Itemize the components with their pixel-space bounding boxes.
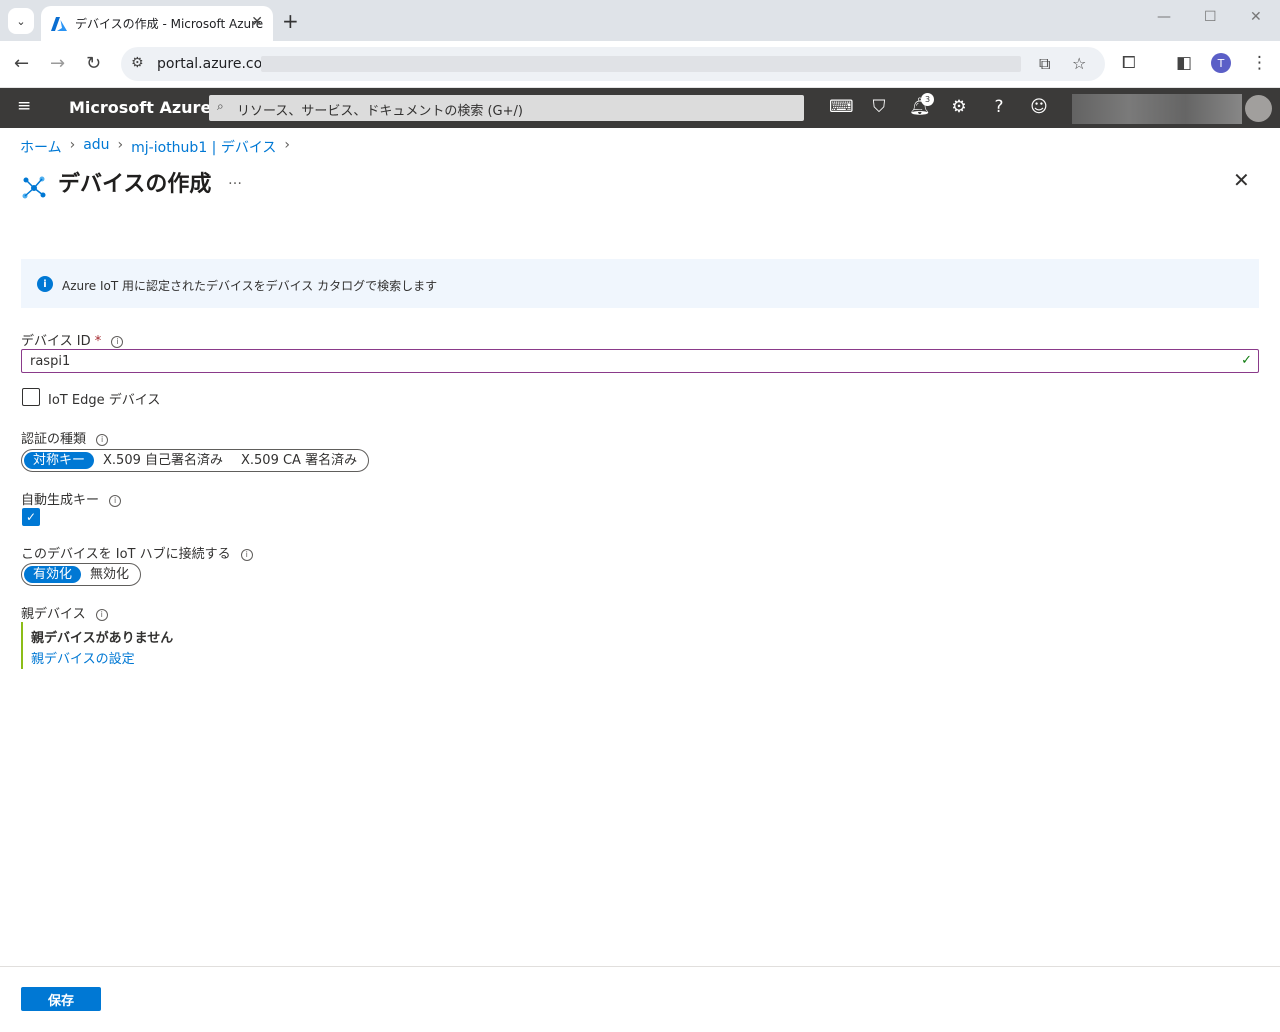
azure-logo-icon [51, 16, 67, 31]
global-search-input[interactable]: ⌕ リソース、サービス、ドキュメントの検索 (G+/) [209, 95, 804, 121]
browser-tab-strip: ⌄ デバイスの作成 - Microsoft Azure ✕ + — ☐ ✕ [0, 0, 1280, 41]
parent-device-label: 親デバイス i [21, 603, 108, 622]
tab-close-icon[interactable]: ✕ [251, 14, 263, 30]
breadcrumb-adu[interactable]: adu [83, 137, 109, 157]
connect-enable-option[interactable]: 有効化 [24, 566, 82, 583]
more-options-icon[interactable]: … [228, 172, 242, 188]
account-info-redacted[interactable] [1072, 94, 1242, 124]
help-icon[interactable]: ? [989, 97, 1009, 117]
info-tooltip-icon[interactable]: i [109, 494, 122, 507]
install-app-icon[interactable]: ⧉ [1039, 54, 1050, 74]
auth-option-x509-ca-signed[interactable]: X.509 CA 署名済み [232, 452, 366, 469]
close-blade-icon[interactable]: ✕ [1233, 168, 1250, 192]
breadcrumb-devices[interactable]: mj-iothub1 | デバイス [131, 137, 276, 157]
tab-title: デバイスの作成 - Microsoft Azure [75, 17, 264, 31]
site-info-icon[interactable]: ⚙ [131, 55, 144, 71]
profile-avatar[interactable]: T [1211, 53, 1231, 73]
reload-icon[interactable]: ↻ [86, 53, 101, 74]
user-avatar[interactable] [1245, 95, 1272, 122]
info-icon: i [37, 276, 53, 292]
search-icon: ⌕ [217, 99, 224, 113]
breadcrumb: ホーム › adu › mj-iothub1 | デバイス › [20, 137, 290, 157]
settings-gear-icon[interactable]: ⚙ [949, 97, 969, 117]
auth-option-symmetric-key[interactable]: 対称キー [24, 452, 95, 469]
new-tab-icon[interactable]: + [282, 9, 299, 33]
info-tooltip-icon[interactable]: i [111, 335, 124, 348]
autogen-keys-label: 自動生成キー i [21, 489, 122, 508]
azure-top-bar: ≡ Microsoft Azure ⌕ リソース、サービス、ドキュメントの検索 … [0, 88, 1280, 128]
no-parent-text: 親デバイスがありません [31, 631, 174, 646]
browser-tab[interactable]: デバイスの作成 - Microsoft Azure ✕ [41, 6, 273, 41]
back-icon[interactable]: ← [14, 53, 29, 74]
forward-icon[interactable]: → [50, 53, 65, 74]
maximize-icon[interactable]: ☐ [1204, 9, 1217, 25]
set-parent-link[interactable]: 親デバイスの設定 [31, 648, 135, 667]
cloud-shell-icon[interactable]: ⌨ [829, 97, 854, 117]
chevron-right-icon: › [69, 137, 76, 153]
info-tooltip-icon[interactable]: i [95, 608, 108, 621]
iot-edge-checkbox[interactable] [22, 388, 40, 406]
valid-check-icon: ✓ [1241, 353, 1252, 368]
required-mark: * [94, 334, 102, 349]
connect-hub-label: このデバイスを IoT ハブに接続する i [21, 543, 253, 562]
feedback-icon[interactable]: ☺ [1029, 97, 1049, 117]
minimize-icon[interactable]: — [1157, 9, 1171, 25]
info-banner-text[interactable]: Azure IoT 用に認定されたデバイスをデバイス カタログで検索します [62, 277, 437, 294]
search-placeholder: リソース、サービス、ドキュメントの検索 (G+/) [237, 104, 523, 119]
redacted-url [261, 56, 1021, 72]
directory-filter-icon[interactable]: ⛉ [869, 97, 889, 117]
info-banner: i Azure IoT 用に認定されたデバイスをデバイス カタログで検索します [21, 259, 1259, 308]
parent-device-label-text: 親デバイス [21, 607, 86, 622]
browser-menu-icon[interactable]: ⋮ [1251, 53, 1268, 73]
chevron-right-icon: › [117, 137, 124, 153]
iot-edge-label: IoT Edge デバイス [48, 393, 161, 408]
info-tooltip-icon[interactable]: i [240, 548, 253, 561]
auth-option-x509-self-signed[interactable]: X.509 自己署名済み [94, 452, 232, 469]
azure-brand[interactable]: Microsoft Azure [69, 98, 211, 117]
connect-hub-toggle: 有効化 無効化 [21, 563, 142, 586]
device-id-label-text: デバイス ID [21, 334, 91, 349]
auth-type-label-text: 認証の種類 [21, 432, 87, 447]
address-bar[interactable]: ⚙ portal.azure.com ⧉ ☆ [121, 47, 1105, 81]
blade-footer: 保存 [0, 966, 1280, 1032]
browser-toolbar: ← → ↻ ⚙ portal.azure.com ⧉ ☆ ⧠ ◧ T ⋮ [0, 41, 1280, 88]
bookmark-star-icon[interactable]: ☆ [1072, 54, 1086, 73]
device-id-value: raspi1 [30, 354, 71, 369]
autogen-keys-checkbox[interactable]: ✓ [22, 508, 40, 526]
url-text: portal.azure.com [157, 56, 276, 72]
auth-type-selector: 対称キー X.509 自己署名済み X.509 CA 署名済み [21, 449, 370, 472]
parent-device-box: 親デバイスがありません 親デバイスの設定 [21, 622, 241, 669]
autogen-keys-label-text: 自動生成キー [21, 493, 100, 508]
chevron-right-icon: › [284, 137, 291, 153]
device-id-input[interactable]: raspi1 ✓ [21, 349, 1259, 373]
auth-type-label: 認証の種類 i [21, 428, 109, 447]
tab-search-button[interactable]: ⌄ [8, 8, 34, 34]
connect-disable-option[interactable]: 無効化 [81, 566, 138, 583]
iot-device-icon [22, 176, 46, 199]
device-id-label: デバイス ID * i [21, 330, 124, 349]
extensions-icon[interactable]: ⧠ [1122, 53, 1136, 73]
connect-hub-label-text: このデバイスを IoT ハブに接続する [21, 547, 231, 562]
portal-menu-icon[interactable]: ≡ [17, 96, 31, 116]
save-button[interactable]: 保存 [21, 987, 101, 1011]
side-panel-icon[interactable]: ◧ [1176, 53, 1192, 73]
breadcrumb-home[interactable]: ホーム [20, 137, 62, 157]
page-title: デバイスの作成 [58, 172, 212, 197]
info-tooltip-icon[interactable]: i [96, 433, 109, 446]
window-close-icon[interactable]: ✕ [1250, 9, 1262, 25]
notification-badge: 3 [921, 93, 934, 106]
